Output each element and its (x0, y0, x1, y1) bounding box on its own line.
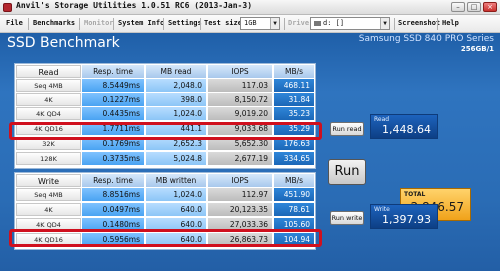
mb-written: 1,024.0 (146, 188, 207, 201)
column-header: MB/s (274, 65, 315, 78)
test-name: 128K (16, 152, 81, 165)
column-header: Read (16, 65, 81, 78)
chevron-down-icon: ▼ (270, 18, 279, 29)
write-score-panel: Write 1,397.93 (370, 204, 438, 229)
read-results-table: Read Resp. time MB read IOPS MB/s Seq 4M… (14, 63, 316, 169)
iops: 117.03 (208, 79, 273, 92)
test-size-value: 1GB (244, 19, 257, 27)
menu-system-info[interactable]: System Info (118, 19, 164, 27)
read-score-label: Read (374, 116, 390, 123)
menu-monitor[interactable]: Monitor (84, 19, 114, 27)
mb-read: 1,024.0 (146, 107, 207, 120)
page-title: SSD Benchmark (7, 35, 120, 51)
iops: 112.97 (208, 188, 273, 201)
resp-time: 0.4435ms (82, 107, 145, 120)
highlight-box (9, 229, 322, 247)
mb-read: 398.0 (146, 93, 207, 106)
window-controls: – □ × (451, 2, 497, 12)
mb-read: 5,024.8 (146, 152, 207, 165)
drive-value: d: [] (323, 19, 345, 27)
column-header: Write (16, 174, 81, 187)
menu-settings[interactable]: Settings (168, 19, 202, 27)
mbps: 78.61 (274, 203, 315, 216)
minimize-button[interactable]: – (451, 2, 465, 12)
menu-benchmarks[interactable]: Benchmarks (33, 19, 75, 27)
run-write-button[interactable]: Run write (330, 211, 364, 225)
read-score-value: 1,448.64 (382, 123, 431, 136)
mbps: 451.90 (274, 188, 315, 201)
menu-separator (284, 18, 285, 30)
table-header-row: Write Resp. time MB written IOPS MB/s (15, 174, 317, 187)
app-icon (3, 3, 12, 12)
test-name: Seq 4MB (16, 188, 81, 201)
window-title: Anvil's Storage Utilities 1.0.51 RC6 (20… (16, 1, 253, 10)
iops: 20,123.35 (208, 203, 273, 216)
drive-icon (314, 21, 321, 26)
drive-select[interactable]: d: [] ▼ (310, 17, 390, 30)
benchmark-panel: SSD Benchmark Samsung SSD 840 PRO Series… (0, 33, 500, 271)
test-name: 4K (16, 203, 81, 216)
test-size-label: Test size (204, 19, 242, 27)
drive-model: Samsung SSD 840 PRO Series (358, 34, 494, 44)
drive-capacity: 256GB/1 (460, 45, 494, 53)
mbps: 334.65 (274, 152, 315, 165)
menu-separator (200, 18, 201, 30)
iops: 2,677.19 (208, 152, 273, 165)
column-header: Resp. time (82, 174, 145, 187)
drive-label: Drive (288, 19, 310, 27)
menu-screenshot[interactable]: Screenshot (398, 19, 440, 27)
mbps: 35.23 (274, 107, 315, 120)
resp-time: 0.1227ms (82, 93, 145, 106)
run-read-button[interactable]: Run read (330, 122, 364, 136)
run-button[interactable]: Run (328, 159, 366, 185)
mb-read: 2,048.0 (146, 79, 207, 92)
write-score-value: 1,397.93 (382, 213, 431, 226)
mbps: 468.11 (274, 79, 315, 92)
resp-time: 0.3735ms (82, 152, 145, 165)
iops: 8,150.72 (208, 93, 273, 106)
menu-separator (79, 18, 80, 30)
resp-time: 8.5449ms (82, 79, 145, 92)
menu-separator (394, 18, 395, 30)
title-bar: Anvil's Storage Utilities 1.0.51 RC6 (20… (0, 0, 500, 15)
mbps: 31.84 (274, 93, 315, 106)
total-score-label: TOTAL (404, 191, 426, 198)
close-button[interactable]: × (483, 2, 497, 12)
menu-separator (163, 18, 164, 30)
resp-time: 8.8516ms (82, 188, 145, 201)
menu-bar: File Benchmarks Monitor System Info Sett… (0, 15, 500, 33)
highlight-box (9, 122, 322, 140)
column-header: Resp. time (82, 65, 145, 78)
column-header: IOPS (208, 174, 273, 187)
maximize-button[interactable]: □ (467, 2, 481, 12)
read-score-panel: Read 1,448.64 (370, 114, 438, 139)
test-name: 4K QD4 (16, 107, 81, 120)
menu-separator (437, 18, 438, 30)
mb-written: 640.0 (146, 203, 207, 216)
column-header: MB/s (274, 174, 315, 187)
menu-file[interactable]: File (6, 19, 23, 27)
column-header: MB read (146, 65, 207, 78)
menu-separator (28, 18, 29, 30)
chevron-down-icon: ▼ (380, 18, 389, 29)
resp-time: 0.0497ms (82, 203, 145, 216)
menu-separator (113, 18, 114, 30)
menu-help[interactable]: Help (442, 19, 459, 27)
test-size-select[interactable]: 1GB ▼ (240, 17, 280, 30)
test-name: Seq 4MB (16, 79, 81, 92)
table-header-row: Read Resp. time MB read IOPS MB/s (15, 65, 317, 78)
column-header: IOPS (208, 65, 273, 78)
write-score-label: Write (374, 206, 390, 213)
iops: 9,019.20 (208, 107, 273, 120)
test-name: 4K (16, 93, 81, 106)
column-header: MB written (146, 174, 207, 187)
